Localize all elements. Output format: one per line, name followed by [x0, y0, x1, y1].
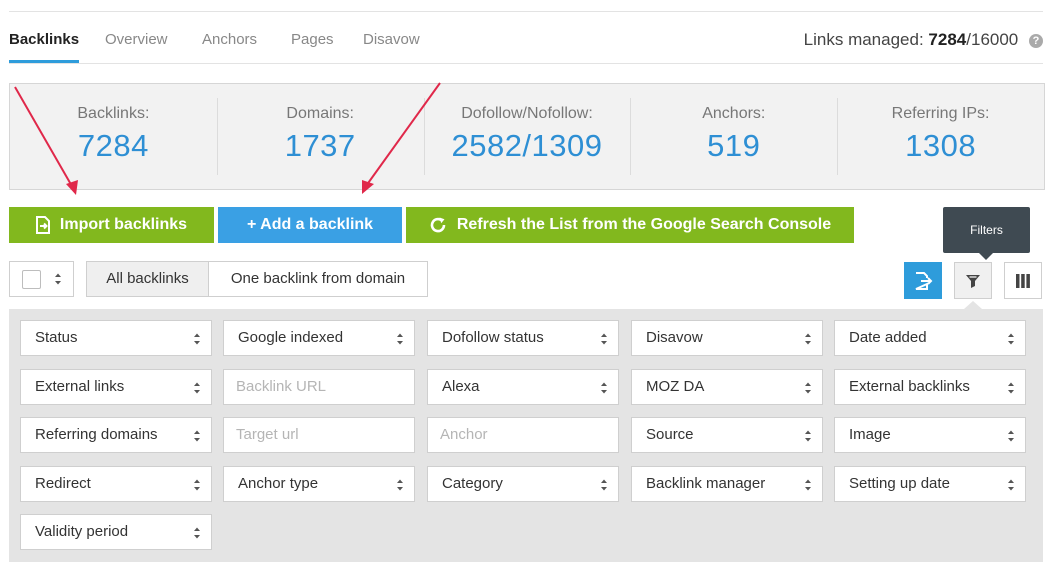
- filters-tooltip: Filters: [943, 207, 1030, 260]
- disavow-filter-label: Disavow: [646, 329, 703, 346]
- filters-panel: Status Google indexed Dofollow status Di…: [9, 301, 1043, 562]
- select-arrows-icon: [1008, 479, 1014, 491]
- dofollow-status-filter[interactable]: Dofollow status: [427, 320, 619, 356]
- anchor-type-filter[interactable]: Anchor type: [223, 466, 415, 502]
- referring-domains-filter-label: Referring domains: [35, 426, 158, 443]
- referring-domains-filter[interactable]: Referring domains: [20, 417, 212, 453]
- date-added-filter[interactable]: Date added: [834, 320, 1026, 356]
- arrow-head-import: [66, 180, 78, 195]
- select-arrows-icon: [194, 333, 200, 345]
- setting-up-date-filter-label: Setting up date: [849, 475, 950, 492]
- columns-button[interactable]: [1004, 262, 1042, 299]
- select-arrows-icon: [805, 382, 811, 394]
- one-backlink-from-domain-toggle[interactable]: One backlink from domain: [208, 261, 428, 297]
- select-arrows-icon: [1008, 333, 1014, 345]
- category-filter[interactable]: Category: [427, 466, 619, 502]
- target-url-input[interactable]: Target url: [223, 417, 415, 453]
- image-filter-label: Image: [849, 426, 891, 443]
- select-arrows-icon: [1008, 430, 1014, 442]
- external-links-filter-label: External links: [35, 378, 125, 395]
- export-button[interactable]: [904, 262, 942, 299]
- backlink-manager-filter[interactable]: Backlink manager: [631, 466, 823, 502]
- google-indexed-filter[interactable]: Google indexed: [223, 320, 415, 356]
- moz-da-filter[interactable]: MOZ DA: [631, 369, 823, 405]
- sort-arrows-icon: [55, 273, 61, 285]
- select-arrows-icon: [194, 479, 200, 491]
- disavow-filter[interactable]: Disavow: [631, 320, 823, 356]
- source-filter[interactable]: Source: [631, 417, 823, 453]
- redirect-filter-label: Redirect: [35, 475, 91, 492]
- funnel-icon: [966, 274, 980, 288]
- bulk-select-dropdown[interactable]: [9, 261, 74, 297]
- select-arrows-icon: [194, 430, 200, 442]
- validity-period-filter-label: Validity period: [35, 523, 129, 540]
- arrow-to-import: [14, 86, 74, 189]
- anchor-type-filter-label: Anchor type: [238, 475, 319, 492]
- select-arrows-icon: [805, 333, 811, 345]
- backlink-manager-filter-label: Backlink manager: [646, 475, 766, 492]
- filters-button[interactable]: [954, 262, 992, 299]
- redirect-filter[interactable]: Redirect: [20, 466, 212, 502]
- alexa-filter-label: Alexa: [442, 378, 480, 395]
- external-links-filter[interactable]: External links: [20, 369, 212, 405]
- status-filter-label: Status: [35, 329, 78, 346]
- date-added-filter-label: Date added: [849, 329, 927, 346]
- setting-up-date-filter[interactable]: Setting up date: [834, 466, 1026, 502]
- external-backlinks-filter-label: External backlinks: [849, 378, 970, 395]
- anchor-input[interactable]: Anchor: [427, 417, 619, 453]
- dofollow-status-filter-label: Dofollow status: [442, 329, 544, 346]
- moz-da-filter-label: MOZ DA: [646, 378, 705, 395]
- alexa-filter[interactable]: Alexa: [427, 369, 619, 405]
- source-filter-label: Source: [646, 426, 694, 443]
- arrow-to-add: [365, 82, 441, 187]
- select-arrows-icon: [397, 479, 403, 491]
- external-backlinks-filter[interactable]: External backlinks: [834, 369, 1026, 405]
- select-arrows-icon: [601, 333, 607, 345]
- google-indexed-filter-label: Google indexed: [238, 329, 344, 346]
- select-arrows-icon: [601, 382, 607, 394]
- select-arrows-icon: [805, 430, 811, 442]
- all-backlinks-toggle[interactable]: All backlinks: [86, 261, 209, 297]
- validity-period-filter[interactable]: Validity period: [20, 514, 212, 550]
- select-arrows-icon: [194, 527, 200, 539]
- select-all-checkbox[interactable]: [22, 270, 41, 289]
- select-arrows-icon: [1008, 382, 1014, 394]
- arrow-head-add: [362, 180, 374, 194]
- category-filter-label: Category: [442, 475, 503, 492]
- columns-icon: [1016, 273, 1030, 288]
- select-arrows-icon: [601, 479, 607, 491]
- status-filter[interactable]: Status: [20, 320, 212, 356]
- select-arrows-icon: [194, 382, 200, 394]
- select-arrows-icon: [397, 333, 403, 345]
- image-filter[interactable]: Image: [834, 417, 1026, 453]
- export-icon: [915, 271, 933, 290]
- select-arrows-icon: [805, 479, 811, 491]
- backlink-url-input[interactable]: Backlink URL: [223, 369, 415, 405]
